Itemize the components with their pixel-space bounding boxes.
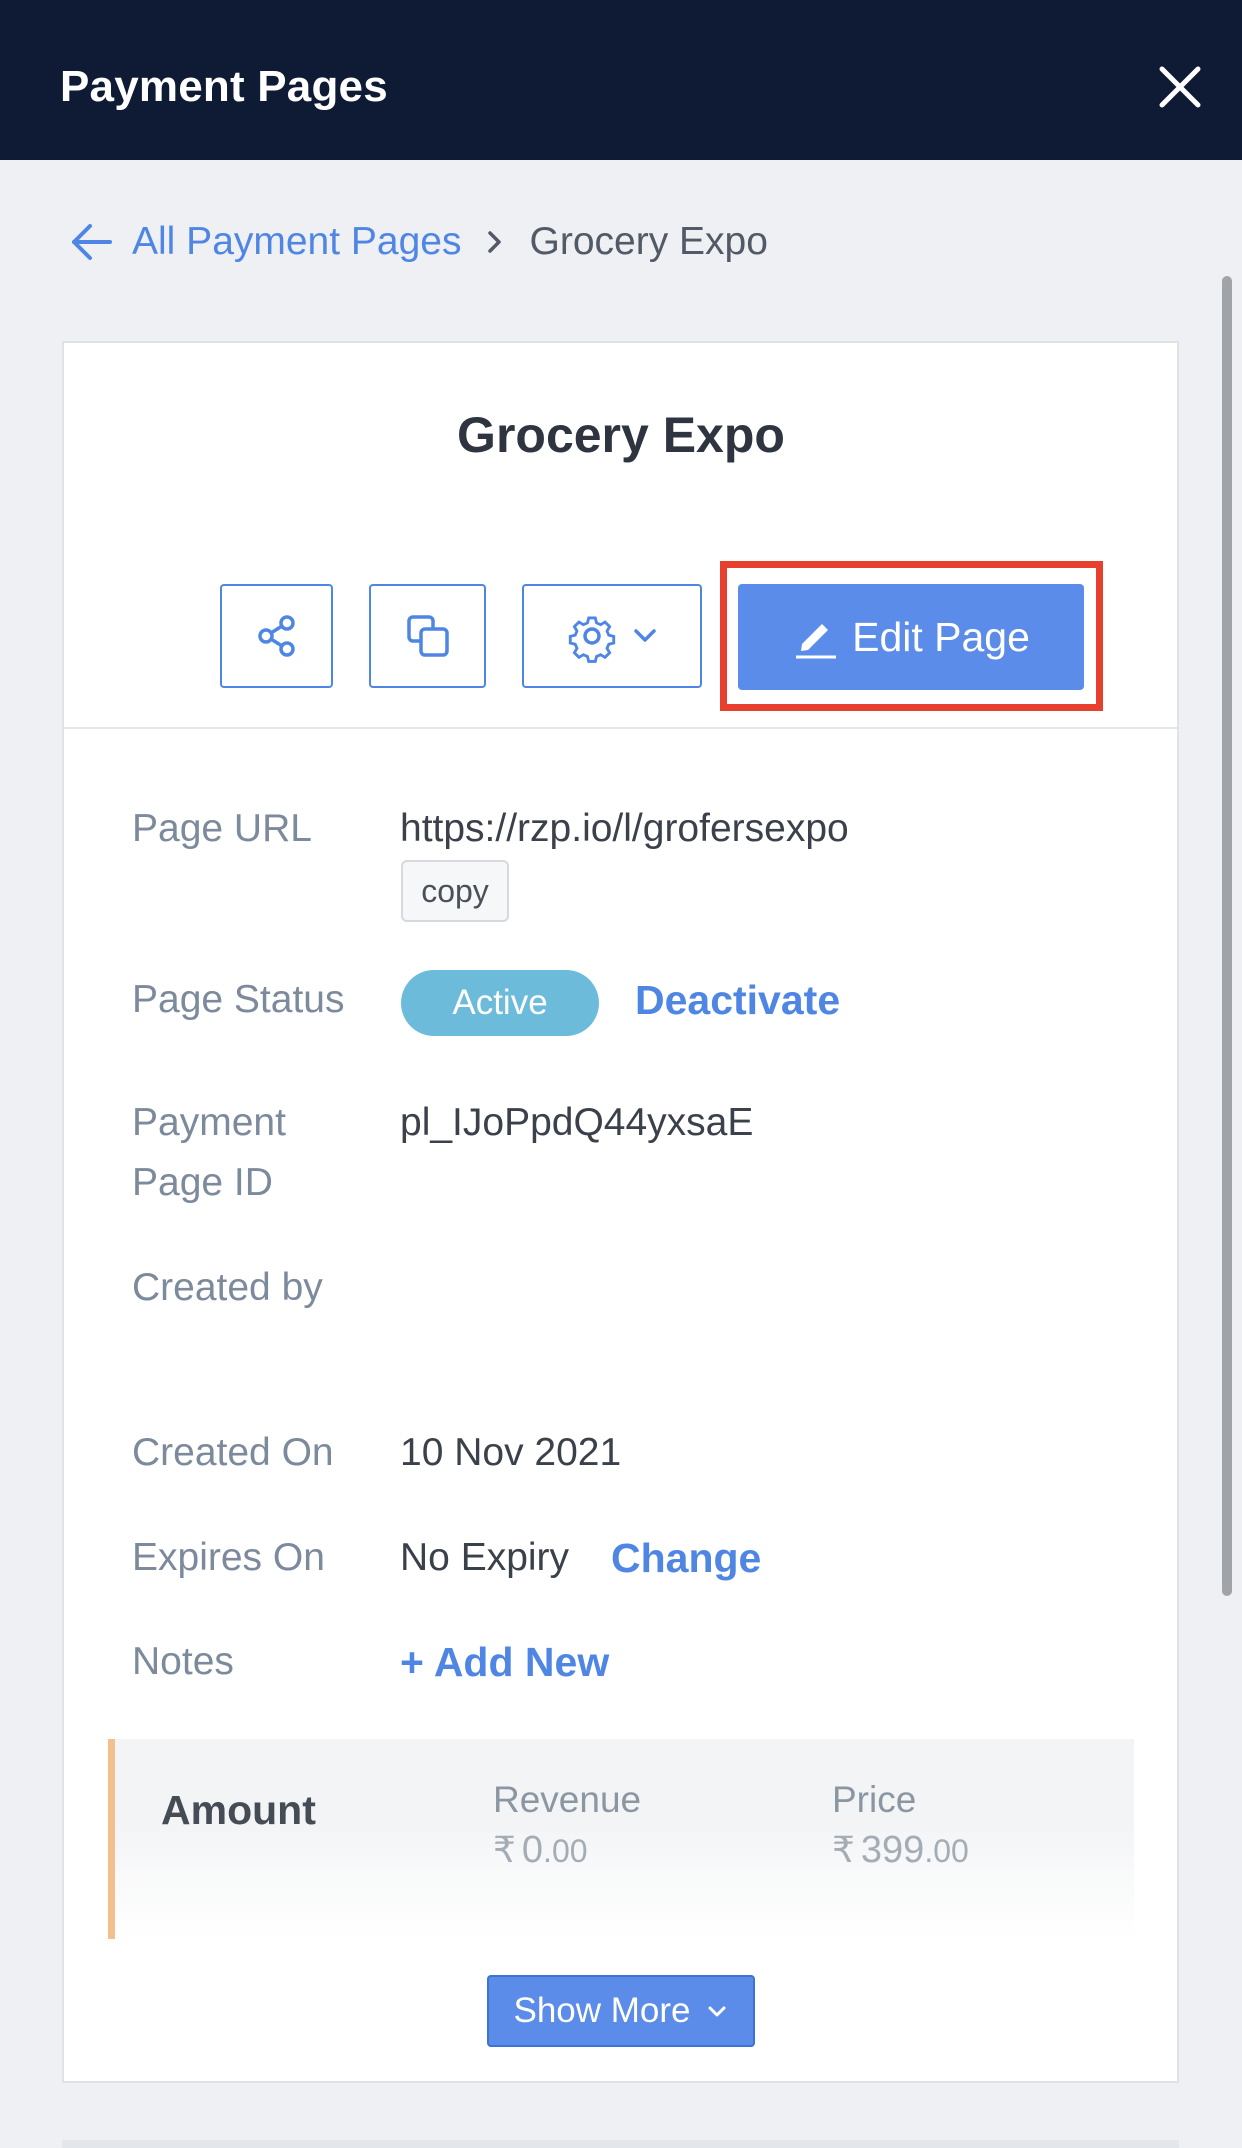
chevron-right-icon [487,231,501,253]
breadcrumb-all-payment-pages-link[interactable]: All Payment Pages [132,220,462,264]
next-card-edge [62,2140,1179,2148]
close-icon[interactable] [1156,63,1204,111]
divider [64,727,1177,729]
price-decimal: .00 [924,1833,969,1869]
top-bar: Payment Pages [0,0,1242,160]
status-badge: Active [401,970,599,1036]
deactivate-link[interactable]: Deactivate [635,970,840,1030]
price-whole: 399 [860,1829,925,1871]
breadcrumb-current: Grocery Expo [529,220,768,263]
price-label: Price [832,1779,917,1820]
chevron-down-icon [634,629,656,642]
page-title: Payment Pages [60,62,388,111]
copy-icon [406,615,449,657]
revenue-currency: ₹ [493,1829,516,1870]
chevron-down-icon [708,2006,726,2017]
copy-url-button[interactable]: copy [401,860,509,922]
pencil-icon [796,624,837,659]
revenue-decimal: .00 [543,1833,588,1869]
created-by-label: Created by [132,1266,323,1309]
page-status-label: Page Status [132,978,345,1021]
share-icon [257,615,295,657]
duplicate-button[interactable] [369,584,486,688]
amount-summary: Amount Revenue ₹0.00 Price ₹399.00 [108,1739,1134,1939]
show-more-label: Show More [513,1991,691,2030]
page-url-value: https://rzp.io/l/grofersexpo [400,807,849,850]
page-url-label: Page URL [132,807,312,850]
notes-label: Notes [132,1640,234,1683]
share-button[interactable] [220,584,333,688]
settings-dropdown-button[interactable] [522,584,702,688]
payment-page-id-value: pl_IJoPpdQ44yxsaE [400,1101,754,1144]
created-on-label: Created On [132,1431,334,1474]
scrollbar[interactable] [1222,276,1232,1596]
edit-page-button[interactable]: Edit Page [738,584,1084,690]
price-value: ₹399.00 [832,1829,969,1872]
price-currency: ₹ [832,1829,855,1870]
revenue-value: ₹0.00 [493,1829,588,1872]
card-title: Grocery Expo [457,407,785,463]
payment-page-id-label-line1: Payment [132,1101,286,1144]
show-more-button[interactable]: Show More [487,1975,755,2047]
add-note-link[interactable]: + Add New [400,1632,609,1692]
expires-on-label: Expires On [132,1536,325,1579]
change-expiry-link[interactable]: Change [611,1528,761,1588]
payment-page-id-label-line2: Page ID [132,1161,273,1204]
created-on-value: 10 Nov 2021 [400,1431,622,1474]
edit-page-label: Edit Page [852,613,1030,660]
amount-heading: Amount [161,1787,316,1833]
revenue-whole: 0 [521,1829,544,1871]
gear-icon [568,616,616,663]
breadcrumb: All Payment Pages Grocery Expo [70,214,768,270]
arrow-left-icon[interactable] [70,220,114,264]
revenue-label: Revenue [493,1779,642,1820]
expires-on-value: No Expiry [400,1536,570,1579]
